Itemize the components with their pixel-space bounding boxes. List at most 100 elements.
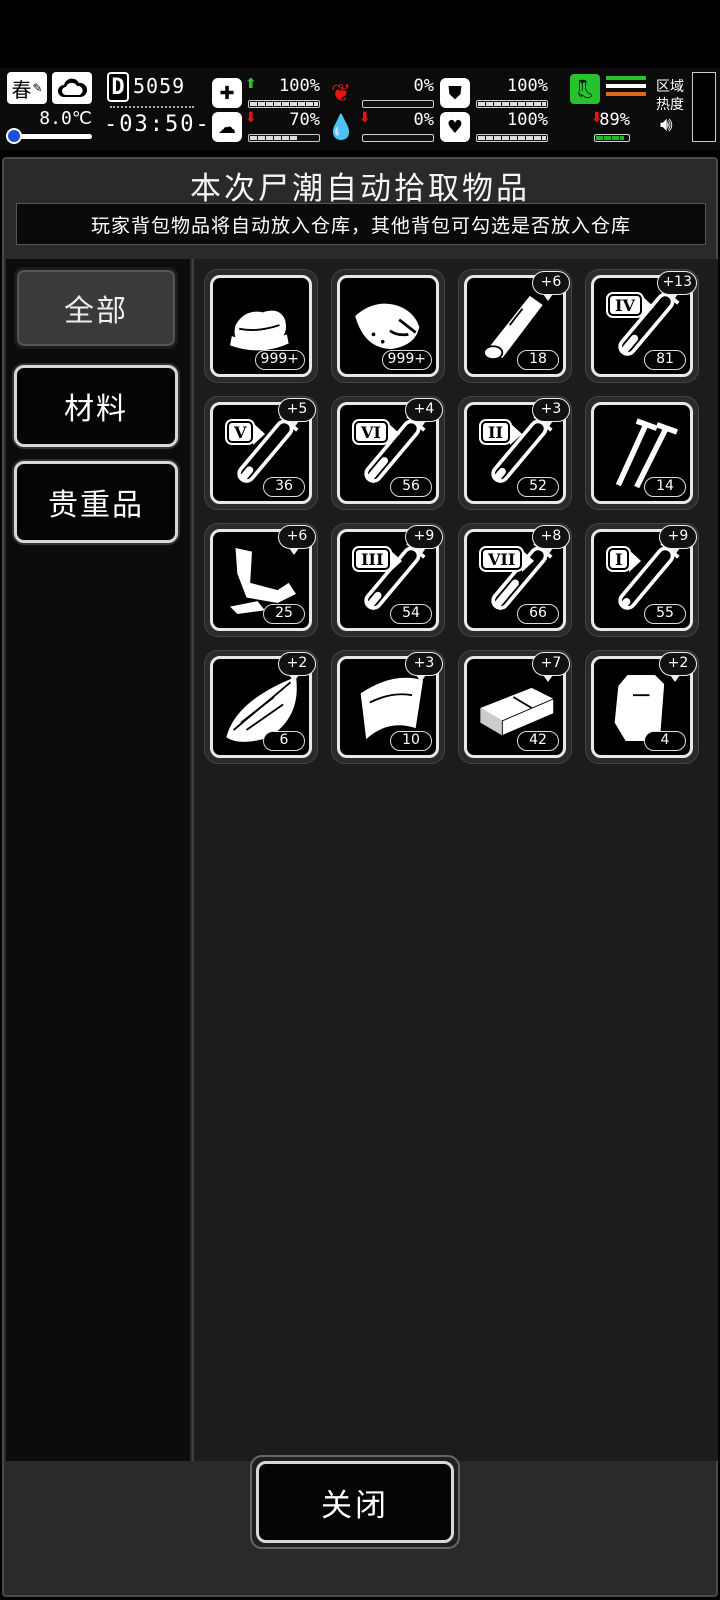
region-heat-meter — [692, 72, 716, 142]
item-slot[interactable]: IV 81 +13 — [585, 269, 699, 383]
item-count: 52 — [517, 477, 559, 497]
hunger-stat: ❦ 0% — [326, 76, 438, 112]
pickup-increment-bubble: +2 — [659, 652, 697, 682]
mood-bar — [248, 134, 320, 142]
bleeding-stat: 💧 ⬇ 0% — [326, 110, 438, 146]
armor-value: 100% — [507, 76, 548, 96]
tier-badge: V — [227, 421, 267, 445]
item-count: 999+ — [381, 350, 432, 370]
heart-value: 100% — [507, 110, 548, 130]
item-slot[interactable]: 25 +6 — [204, 523, 318, 637]
close-label: 关闭 — [321, 1487, 389, 1524]
item-slot[interactable]: 999+ — [331, 269, 445, 383]
pickup-increment-bubble: +6 — [532, 271, 570, 301]
item-slot[interactable]: 10 +3 — [331, 650, 445, 764]
stomach-icon: ❦ — [326, 78, 356, 108]
health-value: 100% — [279, 76, 320, 96]
item-slot[interactable]: 6 +2 — [204, 650, 318, 764]
feather-icon: ✎ — [32, 81, 43, 95]
stamina-stat: ⬇ 89% — [558, 110, 634, 146]
item-slot[interactable]: 14 — [585, 396, 699, 510]
close-button[interactable]: 关闭 — [256, 1461, 454, 1543]
armor-stat: ⛊ 100% — [440, 76, 552, 112]
item-slot[interactable]: II 52 +3 — [458, 396, 572, 510]
mood-value: 70% — [289, 110, 320, 130]
item-slot[interactable]: 999+ — [204, 269, 318, 383]
item-slot[interactable]: VII 66 +8 — [458, 523, 572, 637]
item-count: 55 — [644, 604, 686, 624]
bleeding-value: 0% — [413, 110, 434, 130]
pickup-increment-bubble: +3 — [532, 398, 570, 428]
pickup-increment-bubble: +9 — [659, 525, 697, 555]
item-count: 14 — [644, 477, 686, 497]
stamina-value: 89% — [599, 110, 630, 130]
trend-up-icon: ⬆ — [245, 76, 257, 92]
divider — [110, 106, 194, 109]
season-label: 春 — [11, 77, 32, 102]
item-count: 54 — [390, 604, 432, 624]
tab-all[interactable]: 全部 — [14, 267, 178, 349]
item-frame: 999+ — [337, 275, 439, 377]
panel-title: 本次尸潮自动拾取物品 — [190, 171, 530, 207]
tier-badge: VII — [481, 548, 535, 572]
tab-materials[interactable]: 材料 — [14, 365, 178, 447]
item-count: 36 — [263, 477, 305, 497]
item-grid: 999+ 999+ 18 +6 IV 81 +13 V 36 +5 VI 56 +4 II 52 +3 14 25… — [192, 259, 718, 1461]
speaker-icon[interactable]: 🔊︎ — [660, 112, 673, 136]
item-count: 18 — [517, 350, 559, 370]
shield-icon: ⛊ — [440, 78, 470, 108]
status-bar: 春 ✎ 8.0℃ D 5059 -03:50- ✚ ⬆ 100% ❦ 0% ⛊ 100% ☁ ⬇ 7… — [0, 68, 720, 150]
item-count: 56 — [390, 477, 432, 497]
pickup-increment-bubble: +7 — [532, 652, 570, 682]
tab-valuables[interactable]: 贵重品 — [14, 461, 178, 543]
stamina-bar — [594, 134, 630, 142]
tab-label: 材料 — [64, 392, 128, 427]
pickup-increment-bubble: +6 — [278, 525, 316, 555]
armor-bar — [476, 100, 548, 108]
close-button-frame: 关闭 — [250, 1455, 460, 1549]
tab-label: 贵重品 — [48, 488, 144, 523]
item-count: 4 — [644, 731, 686, 751]
pickup-increment-bubble: +3 — [405, 652, 443, 682]
game-clock: -03:50- — [104, 112, 211, 137]
item-slot[interactable]: I 55 +9 — [585, 523, 699, 637]
season-badge: 春 ✎ — [7, 72, 47, 104]
item-slot[interactable]: V 36 +5 — [204, 396, 318, 510]
threat-stripes — [606, 76, 646, 102]
tier-badge: VI — [354, 421, 400, 445]
boot-icon: 👢︎ — [570, 74, 600, 104]
mood-stat: ☁ ⬇ 70% — [212, 110, 324, 146]
heart-stat: ♥ 100% — [440, 110, 552, 146]
item-frame: 999+ — [210, 275, 312, 377]
medkit-icon: ✚ — [212, 78, 242, 108]
tier-badge: I — [608, 548, 643, 572]
day-prefix: D — [107, 72, 129, 102]
tier-badge: II — [481, 421, 522, 445]
thermometer-bulb-icon — [6, 128, 22, 144]
item-slot[interactable]: VI 56 +4 — [331, 396, 445, 510]
item-slot[interactable]: 4 +2 — [585, 650, 699, 764]
item-slot[interactable]: 42 +7 — [458, 650, 572, 764]
blood-drop-icon: 💧 — [326, 112, 356, 142]
trend-down-icon: ⬇ — [245, 110, 257, 126]
pickup-increment-bubble: +13 — [657, 271, 697, 301]
item-slot[interactable]: III 54 +9 — [331, 523, 445, 637]
pickup-increment-bubble: +9 — [405, 525, 443, 555]
day-counter: 5059 — [133, 74, 186, 98]
item-count: 42 — [517, 731, 559, 751]
pickup-increment-bubble: +8 — [532, 525, 570, 555]
cloudy-weather-icon — [52, 72, 92, 104]
item-count: 6 — [263, 731, 305, 751]
item-slot[interactable]: 18 +6 — [458, 269, 572, 383]
health-stat: ✚ ⬆ 100% — [212, 76, 324, 112]
item-count: 999+ — [254, 350, 305, 370]
trend-down-icon: ⬇ — [359, 110, 371, 126]
temperature-readout: 8.0℃ — [39, 108, 92, 129]
pickup-increment-bubble: +5 — [278, 398, 316, 428]
item-count: 10 — [390, 731, 432, 751]
auto-pickup-panel: 本次尸潮自动拾取物品 玩家背包物品将自动放入仓库，其他背包可勾选是否放入仓库 全… — [2, 157, 718, 1597]
tab-label: 全部 — [64, 294, 128, 329]
pickup-increment-bubble: +2 — [278, 652, 316, 682]
pickup-increment-bubble: +4 — [405, 398, 443, 428]
item-count: 66 — [517, 604, 559, 624]
